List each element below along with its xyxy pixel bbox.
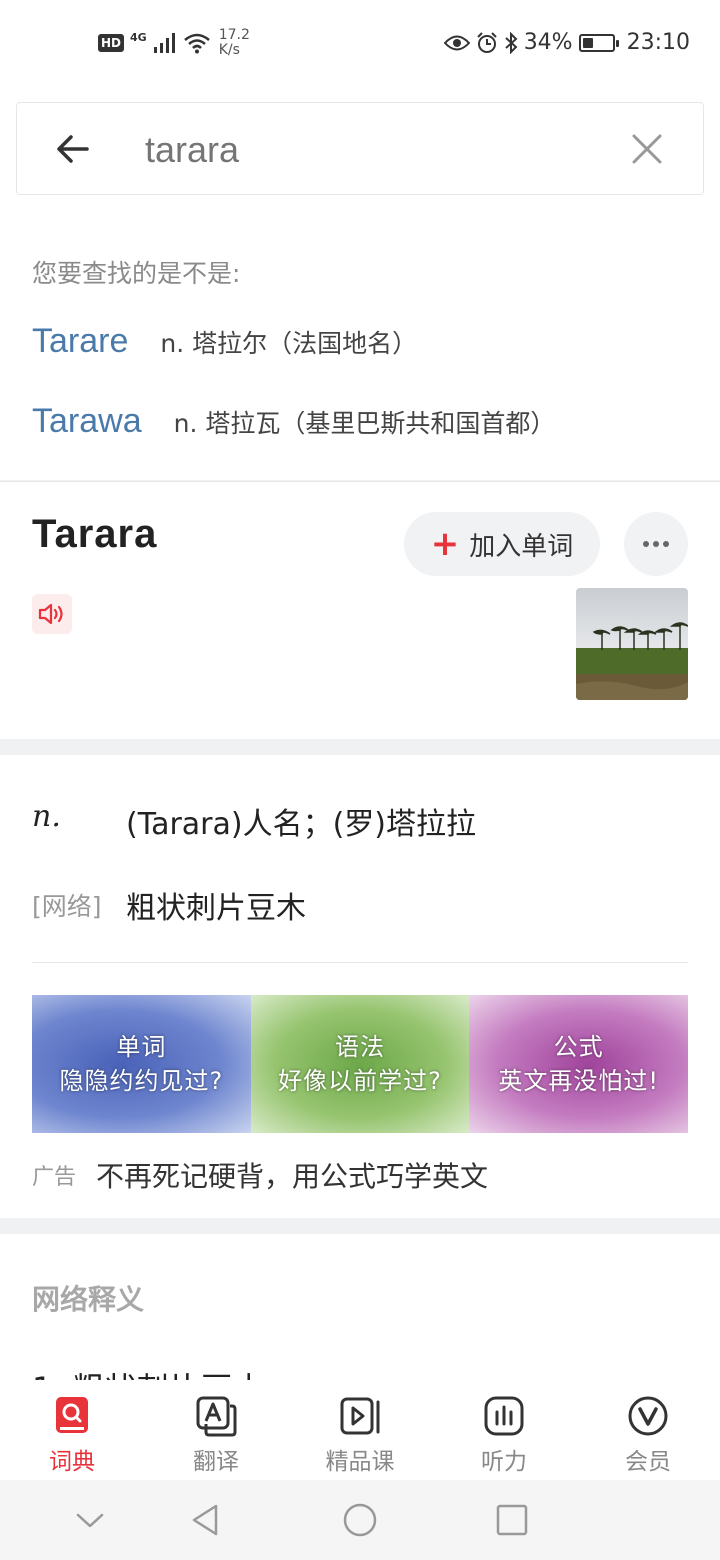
nav-label: 翻译: [193, 1449, 239, 1475]
course-icon: [340, 1397, 380, 1435]
alarm-icon: [476, 31, 497, 53]
word-card: Tarara + 加入单词: [0, 481, 720, 739]
suggestion-title: 您要查找的是不是:: [32, 259, 241, 288]
nav-vip[interactable]: 会员: [576, 1380, 720, 1480]
add-word-button[interactable]: + 加入单词: [404, 512, 600, 576]
ad-text[interactable]: 不再死记硬背，用公式巧学英文: [96, 1155, 488, 1195]
part-of-speech: n.: [32, 799, 61, 834]
status-left: HD 4G 17.2 K/s: [98, 28, 250, 58]
listening-icon: [484, 1396, 524, 1436]
nav-listening[interactable]: 听力: [432, 1380, 576, 1480]
nav-label: 词典: [49, 1449, 95, 1475]
more-dot: [653, 541, 659, 547]
suggestion-item[interactable]: Tarawa n. 塔拉瓦（基里巴斯共和国首都）: [32, 402, 555, 441]
ad-tag: 广告: [32, 1165, 77, 1190]
ad-panel-heading: 单词: [116, 1033, 167, 1061]
plus-icon: +: [430, 524, 460, 564]
nav-label: 会员: [625, 1449, 671, 1475]
definition-text: (Tarara)人名；(罗)塔拉拉: [126, 807, 476, 842]
web-tag: [网络]: [32, 892, 102, 921]
vip-icon: [628, 1396, 668, 1436]
ad-panel-heading: 语法: [335, 1033, 385, 1061]
battery-icon: [578, 33, 619, 52]
close-icon[interactable]: [629, 131, 665, 167]
net-definitions-title: 网络释义: [32, 1283, 145, 1316]
bottom-nav: 词典 翻译 精品课 听力 会员: [0, 1380, 720, 1480]
dictionary-icon: [56, 1397, 88, 1433]
nav-translate[interactable]: 翻译: [144, 1380, 288, 1480]
more-dot: [643, 541, 649, 547]
home-circle-icon[interactable]: [340, 1500, 380, 1540]
nav-dictionary[interactable]: 词典: [0, 1380, 144, 1480]
net-definition-item: 1. 粗状刺片豆木: [32, 1364, 265, 1380]
ad-panel-grammar: 语法 好像以前学过?: [250, 995, 470, 1133]
nav-label: 精品课: [325, 1449, 395, 1475]
ad-panel-subtext: 好像以前学过?: [278, 1067, 442, 1095]
translate-icon: [196, 1396, 237, 1437]
network-type: 4G: [130, 30, 147, 44]
signal-icon: [153, 33, 175, 53]
nav-course[interactable]: 精品课: [288, 1380, 432, 1480]
status-right: 34% 23:10: [443, 30, 690, 55]
suggestion-definition: n. 塔拉尔（法国地名）: [160, 329, 418, 358]
hd-badge: HD: [98, 34, 125, 52]
clock: 23:10: [626, 30, 690, 55]
word-image[interactable]: [576, 588, 688, 700]
speed-value: 17.2: [218, 27, 250, 43]
system-nav-bar: [0, 1480, 720, 1560]
ad-panel-formula: 公式 英文再没怕过!: [469, 995, 689, 1133]
more-button[interactable]: [624, 512, 688, 576]
recents-square-icon[interactable]: [492, 1500, 532, 1540]
search-area: 您要查找的是不是: Tarare n. 塔拉尔（法国地名） Tarawa n. …: [0, 90, 720, 480]
suggestion-definition: n. 塔拉瓦（基里巴斯共和国首都）: [173, 409, 556, 438]
ad-panel-subtext: 隐隐约约见过?: [59, 1067, 224, 1095]
palm-beach-image: [576, 588, 688, 700]
ad-panel-heading: 公式: [553, 1033, 604, 1061]
nav-label: 听力: [481, 1449, 527, 1475]
network-speed: 17.2 K/s: [219, 28, 250, 58]
eye-icon: [443, 35, 470, 50]
search-input[interactable]: [145, 125, 605, 175]
ad-panel-subtext: 英文再没怕过!: [498, 1067, 659, 1095]
headword: Tarara: [32, 512, 158, 556]
add-word-label: 加入单词: [469, 531, 574, 562]
web-definition-text: 粗状刺片豆木: [126, 891, 306, 926]
definition-card: n. (Tarara)人名；(罗)塔拉拉 [网络] 粗状刺片豆木 单词 隐隐约约…: [0, 755, 720, 1218]
battery-fill: [582, 37, 594, 48]
bluetooth-icon: [505, 31, 518, 54]
chevron-down-icon[interactable]: [70, 1500, 110, 1540]
net-definitions-card: 网络释义 1. 粗状刺片豆木: [0, 1234, 720, 1380]
suggestion-word[interactable]: Tarawa: [32, 402, 142, 441]
speed-unit: K/s: [218, 42, 240, 58]
speaker-icon: [38, 603, 63, 625]
suggestion-word[interactable]: Tarare: [32, 322, 128, 361]
pronounce-button[interactable]: [32, 594, 72, 634]
wifi-icon: [183, 33, 210, 54]
battery-percent: 34%: [523, 30, 573, 55]
status-bar: HD 4G 17.2 K/s 34% 23:10: [0, 0, 720, 90]
back-triangle-icon[interactable]: [186, 1500, 226, 1540]
divider: [32, 962, 688, 963]
suggestion-item[interactable]: Tarare n. 塔拉尔（法国地名）: [32, 322, 417, 361]
ad-panel-words: 单词 隐隐约约见过?: [32, 995, 251, 1133]
back-arrow-icon[interactable]: [53, 129, 93, 169]
ad-banner[interactable]: 单词 隐隐约约见过? 语法 好像以前学过? 公式 英文再没怕过!: [32, 995, 689, 1133]
search-box: [16, 102, 704, 195]
more-dot: [663, 541, 669, 547]
